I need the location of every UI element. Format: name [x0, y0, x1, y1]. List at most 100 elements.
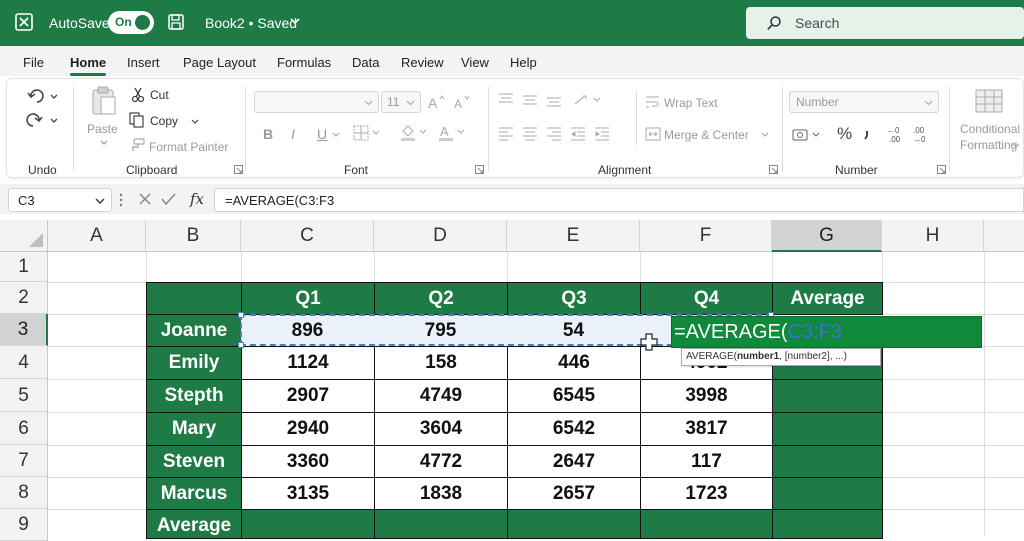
- insert-function-icon[interactable]: fx: [190, 190, 204, 208]
- average-cell[interactable]: [772, 412, 883, 446]
- tab-review[interactable]: Review: [401, 55, 444, 70]
- value-cell[interactable]: 446: [507, 346, 641, 380]
- value-cell[interactable]: 3817: [640, 412, 773, 446]
- name-cell[interactable]: Emily: [146, 346, 242, 380]
- fill-color-icon[interactable]: [399, 123, 429, 141]
- copy-icon[interactable]: [129, 112, 145, 128]
- average-cell[interactable]: [772, 509, 883, 539]
- header-cell-q3[interactable]: Q3: [507, 282, 641, 315]
- header-cell-q2[interactable]: Q2: [374, 282, 508, 315]
- wrap-text-icon[interactable]: [645, 95, 661, 109]
- cell-editor[interactable]: =AVERAGE(C3:F3: [671, 316, 982, 348]
- value-cell[interactable]: 117: [640, 445, 773, 478]
- vertical-align-icons[interactable]: [499, 93, 609, 107]
- merge-center-icon[interactable]: [645, 127, 661, 141]
- decrease-font-icon[interactable]: A: [453, 93, 473, 111]
- value-cell[interactable]: 158: [374, 346, 508, 380]
- number-launcher-icon[interactable]: [937, 165, 946, 174]
- value-cell[interactable]: 2657: [507, 477, 641, 510]
- column-header-a[interactable]: A: [48, 220, 146, 252]
- name-cell-average[interactable]: Average: [146, 509, 242, 539]
- chevron-down-icon[interactable]: [95, 196, 105, 206]
- wrap-text-label[interactable]: Wrap Text: [664, 96, 718, 110]
- chevron-down-icon[interactable]: [289, 15, 301, 27]
- cut-label[interactable]: Cut: [150, 88, 169, 102]
- column-header-b[interactable]: B: [146, 220, 241, 252]
- horizontal-align-icons[interactable]: [499, 127, 629, 141]
- average-cell[interactable]: [507, 509, 641, 539]
- value-cell[interactable]: 795: [374, 314, 508, 347]
- value-cell[interactable]: 1723: [640, 477, 773, 510]
- name-cell[interactable]: Joanne: [146, 314, 242, 347]
- value-cell[interactable]: 6542: [507, 412, 641, 446]
- undo-icon[interactable]: [25, 87, 63, 105]
- row-header-5[interactable]: 5: [0, 379, 48, 412]
- conditional-formatting-label-2[interactable]: Formatting: [960, 138, 1017, 152]
- average-cell[interactable]: [772, 445, 883, 478]
- row-header-9[interactable]: 9: [0, 509, 48, 541]
- conditional-formatting-icon[interactable]: [975, 89, 1005, 115]
- comma-style-icon[interactable]: [862, 127, 878, 141]
- italic-button[interactable]: I: [291, 126, 295, 142]
- column-header-h[interactable]: H: [882, 220, 984, 252]
- save-icon[interactable]: [167, 13, 185, 31]
- average-cell[interactable]: [772, 379, 883, 413]
- underline-button[interactable]: U: [317, 126, 327, 142]
- name-cell[interactable]: Mary: [146, 412, 242, 446]
- accounting-format-icon[interactable]: [792, 127, 824, 143]
- value-cell[interactable]: 4749: [374, 379, 508, 413]
- value-cell[interactable]: 896: [241, 314, 375, 347]
- tab-page-layout[interactable]: Page Layout: [183, 55, 256, 70]
- font-launcher-icon[interactable]: [475, 165, 484, 174]
- column-header-c[interactable]: C: [241, 220, 374, 252]
- format-painter-icon[interactable]: [129, 138, 145, 152]
- average-cell[interactable]: [640, 509, 773, 539]
- tab-formulas[interactable]: Formulas: [277, 55, 331, 70]
- header-cell-average[interactable]: Average: [772, 282, 883, 315]
- chevron-down-icon[interactable]: [331, 131, 341, 139]
- average-cell[interactable]: [241, 509, 375, 539]
- header-cell-q4[interactable]: Q4: [640, 282, 773, 315]
- function-tooltip[interactable]: AVERAGE(number1, [number2], ...): [681, 348, 881, 366]
- row-header-3[interactable]: 3: [0, 314, 48, 346]
- value-cell[interactable]: 6545: [507, 379, 641, 413]
- average-cell[interactable]: [374, 509, 508, 539]
- name-box[interactable]: C3: [8, 188, 112, 212]
- tab-insert[interactable]: Insert: [127, 55, 160, 70]
- column-header-f[interactable]: F: [640, 220, 772, 252]
- tab-data[interactable]: Data: [352, 55, 379, 70]
- row-header-6[interactable]: 6: [0, 412, 48, 445]
- chevron-down-icon[interactable]: [760, 131, 770, 139]
- value-cell[interactable]: 1838: [374, 477, 508, 510]
- format-painter-label[interactable]: Format Painter: [149, 140, 228, 154]
- header-cell-q1[interactable]: Q1: [241, 282, 375, 315]
- value-cell[interactable]: 1124: [241, 346, 375, 380]
- value-cell[interactable]: 3135: [241, 477, 375, 510]
- row-header-4[interactable]: 4: [0, 346, 48, 379]
- row-header-1[interactable]: 1: [0, 252, 48, 282]
- column-header-d[interactable]: D: [374, 220, 507, 252]
- name-cell[interactable]: Stepth: [146, 379, 242, 413]
- clipboard-launcher-icon[interactable]: [234, 165, 243, 174]
- chevron-down-icon[interactable]: [1011, 142, 1021, 150]
- row-header-2[interactable]: 2: [0, 282, 48, 314]
- value-cell[interactable]: 54: [507, 314, 641, 347]
- value-cell[interactable]: 2647: [507, 445, 641, 478]
- average-cell[interactable]: [772, 477, 883, 510]
- copy-label[interactable]: Copy: [150, 114, 178, 128]
- redo-icon[interactable]: [25, 111, 63, 129]
- alignment-launcher-icon[interactable]: [769, 165, 778, 174]
- column-header-e[interactable]: E: [507, 220, 640, 252]
- tab-help[interactable]: Help: [510, 55, 537, 70]
- value-cell[interactable]: 3360: [241, 445, 375, 478]
- tab-view[interactable]: View: [461, 55, 489, 70]
- bold-button[interactable]: B: [263, 126, 273, 142]
- tab-file[interactable]: File: [23, 55, 44, 70]
- value-cell[interactable]: 4772: [374, 445, 508, 478]
- conditional-formatting-label[interactable]: Conditional: [960, 122, 1020, 136]
- scissors-icon[interactable]: [131, 87, 145, 103]
- merge-center-label[interactable]: Merge & Center: [664, 128, 749, 142]
- borders-icon[interactable]: [353, 125, 381, 141]
- value-cell[interactable]: 3998: [640, 379, 773, 413]
- font-color-icon[interactable]: A: [437, 123, 467, 141]
